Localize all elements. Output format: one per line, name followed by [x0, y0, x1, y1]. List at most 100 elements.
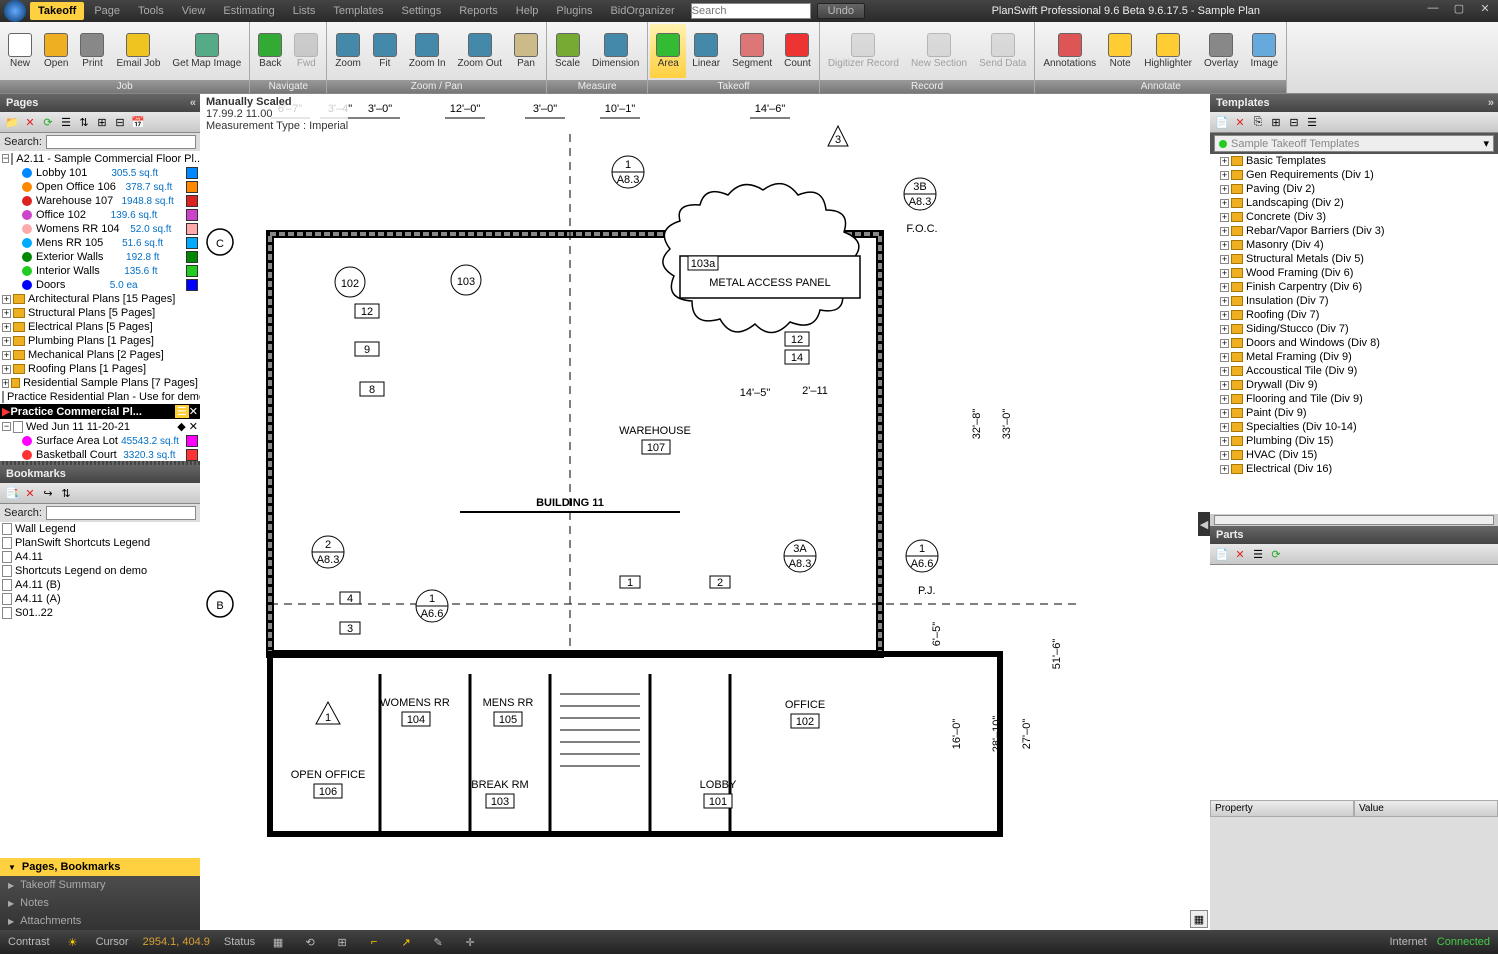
ribbon-fit[interactable]: Fit [367, 24, 403, 78]
tpl-del-icon[interactable]: ✕ [1232, 114, 1248, 130]
grid2-icon[interactable]: ⊞ [333, 933, 351, 951]
part-del-icon[interactable]: ✕ [1232, 546, 1248, 562]
grid-toggle-icon[interactable]: ▦ [1190, 910, 1208, 928]
ribbon-segment[interactable]: Segment [726, 24, 778, 78]
ribbon-image[interactable]: Image [1244, 24, 1284, 78]
calendar-icon[interactable]: 📅 [130, 114, 146, 130]
main-tab-templates[interactable]: Templates [325, 2, 391, 20]
tree-row[interactable]: +Plumbing Plans [1 Pages] [0, 334, 200, 348]
template-item[interactable]: +Structural Metals (Div 5) [1210, 252, 1498, 266]
template-item[interactable]: +Electrical (Div 16) [1210, 462, 1498, 476]
pages-tree[interactable]: −A2.11 - Sample Commercial Floor Pl...☰ … [0, 151, 200, 461]
template-item[interactable]: +Paint (Div 9) [1210, 406, 1498, 420]
template-item[interactable]: +Basic Templates [1210, 154, 1498, 168]
ribbon-new[interactable]: New [2, 24, 38, 78]
parts-header[interactable]: Parts [1210, 526, 1498, 544]
ribbon-zoom-out[interactable]: Zoom Out [452, 24, 508, 78]
main-tab-view[interactable]: View [174, 2, 214, 20]
bookmarks-search-input[interactable] [46, 506, 196, 520]
measure-row[interactable]: Open Office 106378.7 sq.ft [0, 180, 200, 194]
sort-icon[interactable]: ⇅ [76, 114, 92, 130]
template-item[interactable]: +Flooring and Tile (Div 9) [1210, 392, 1498, 406]
template-set-dropdown[interactable]: Sample Takeoff Templates▾ [1214, 135, 1494, 152]
snap-icon[interactable]: ↗ [397, 933, 415, 951]
template-item[interactable]: +Landscaping (Div 2) [1210, 196, 1498, 210]
tpl-new-icon[interactable]: 📄 [1214, 114, 1230, 130]
measure-row[interactable]: Lobby 101305.5 sq.ft [0, 166, 200, 180]
ribbon-count[interactable]: Count [778, 24, 817, 78]
template-item[interactable]: +Wood Framing (Div 6) [1210, 266, 1498, 280]
main-tab-reports[interactable]: Reports [451, 2, 506, 20]
tree-row[interactable]: ▶ Practice Commercial Pl...☰ ✕ [0, 404, 200, 419]
collapse-icon[interactable]: » [1488, 97, 1494, 109]
bookmark-jump-icon[interactable]: ↪ [40, 485, 56, 501]
tree-row[interactable]: +Structural Plans [5 Pages] [0, 306, 200, 320]
main-tab-page[interactable]: Page [86, 2, 128, 20]
ribbon-back[interactable]: Back [252, 24, 288, 78]
tree-row[interactable]: PlanSwift Shortcuts Legend [0, 536, 200, 550]
tree-row[interactable]: Practice Residential Plan - Use for demo [0, 390, 200, 404]
template-item[interactable]: +Drywall (Div 9) [1210, 378, 1498, 392]
bookmarks-header[interactable]: Bookmarks [0, 465, 200, 483]
pages-search-input[interactable] [46, 135, 196, 149]
measure-row[interactable]: Mens RR 10551.6 sq.ft [0, 236, 200, 250]
main-tab-takeoff[interactable]: Takeoff [30, 2, 84, 20]
template-item[interactable]: +Paving (Div 2) [1210, 182, 1498, 196]
bottom-tab-attachments[interactable]: ▶Attachments [0, 912, 200, 930]
part-refresh-icon[interactable]: ⟳ [1268, 546, 1284, 562]
measure-row[interactable]: Doors5.0 ea [0, 278, 200, 292]
rotate-icon[interactable]: ⟲ [301, 933, 319, 951]
template-item[interactable]: +HVAC (Div 15) [1210, 448, 1498, 462]
measure-row[interactable]: Warehouse 1071948.8 sq.ft [0, 194, 200, 208]
collapse-icon[interactable]: « [190, 97, 196, 109]
delete-icon[interactable]: ✕ [22, 114, 38, 130]
part-new-icon[interactable]: 📄 [1214, 546, 1230, 562]
measure-row[interactable]: Surface Area Lot45543.2 sq.ft [0, 434, 200, 448]
ribbon-area[interactable]: Area [650, 24, 686, 78]
drawing-canvas[interactable]: Manually Scaled 17.99.2 11.00 Measuremen… [200, 94, 1210, 930]
bookmark-add-icon[interactable]: 📑 [4, 485, 20, 501]
measure-row[interactable]: Office 102139.6 sq.ft [0, 208, 200, 222]
property-grid[interactable]: Property Value [1210, 800, 1498, 930]
tree-row[interactable]: −Wed Jun 11 11-20-21◆ ✕ [0, 419, 200, 434]
pages-header[interactable]: Pages « [0, 94, 200, 112]
template-item[interactable]: +Metal Framing (Div 9) [1210, 350, 1498, 364]
main-tab-lists[interactable]: Lists [285, 2, 324, 20]
crosshair-icon[interactable]: ✛ [461, 933, 479, 951]
templates-tree[interactable]: +Basic Templates+Gen Requirements (Div 1… [1210, 154, 1498, 514]
ribbon-linear[interactable]: Linear [686, 24, 726, 78]
template-item[interactable]: +Specialties (Div 10-14) [1210, 420, 1498, 434]
template-item[interactable]: +Doors and Windows (Div 8) [1210, 336, 1498, 350]
ribbon-note[interactable]: Note [1102, 24, 1138, 78]
bookmarks-tree[interactable]: Wall LegendPlanSwift Shortcuts LegendA4.… [0, 522, 200, 858]
measure-row[interactable]: Basketball Court3320.3 sq.ft [0, 448, 200, 461]
right-collapse-icon[interactable]: ◀ [1198, 512, 1210, 536]
bookmark-opts-icon[interactable]: ⇅ [58, 485, 74, 501]
template-item[interactable]: +Plumbing (Div 15) [1210, 434, 1498, 448]
maximize-icon[interactable]: ▢ [1446, 2, 1472, 20]
tpl-copy-icon[interactable]: ⎘ [1250, 114, 1266, 130]
main-tab-plugins[interactable]: Plugins [548, 2, 600, 20]
ribbon-email-job[interactable]: Email Job [110, 24, 166, 78]
ortho-icon[interactable]: ⌐ [365, 933, 383, 951]
ribbon-pan[interactable]: Pan [508, 24, 544, 78]
properties-icon[interactable]: ☰ [58, 114, 74, 130]
expand-icon[interactable]: ⊞ [94, 114, 110, 130]
template-item[interactable]: +Insulation (Div 7) [1210, 294, 1498, 308]
template-item[interactable]: +Rebar/Vapor Barriers (Div 3) [1210, 224, 1498, 238]
tree-row[interactable]: +Mechanical Plans [2 Pages] [0, 348, 200, 362]
ribbon-overlay[interactable]: Overlay [1198, 24, 1244, 78]
tree-row[interactable]: +Roofing Plans [1 Pages] [0, 362, 200, 376]
ribbon-highlighter[interactable]: Highlighter [1138, 24, 1198, 78]
ribbon-print[interactable]: Print [74, 24, 110, 78]
main-tab-settings[interactable]: Settings [393, 2, 449, 20]
pen-icon[interactable]: ✎ [429, 933, 447, 951]
measure-row[interactable]: Womens RR 10452.0 sq.ft [0, 222, 200, 236]
main-tab-bidorganizer[interactable]: BidOrganizer [602, 2, 682, 20]
bottom-tab-pages-bookmarks[interactable]: ▼Pages, Bookmarks [0, 858, 200, 876]
tree-row[interactable]: Wall Legend [0, 522, 200, 536]
main-tab-estimating[interactable]: Estimating [215, 2, 282, 20]
template-item[interactable]: +Accoustical Tile (Div 9) [1210, 364, 1498, 378]
ribbon-scale[interactable]: Scale [549, 24, 586, 78]
minimize-icon[interactable]: — [1420, 2, 1446, 20]
